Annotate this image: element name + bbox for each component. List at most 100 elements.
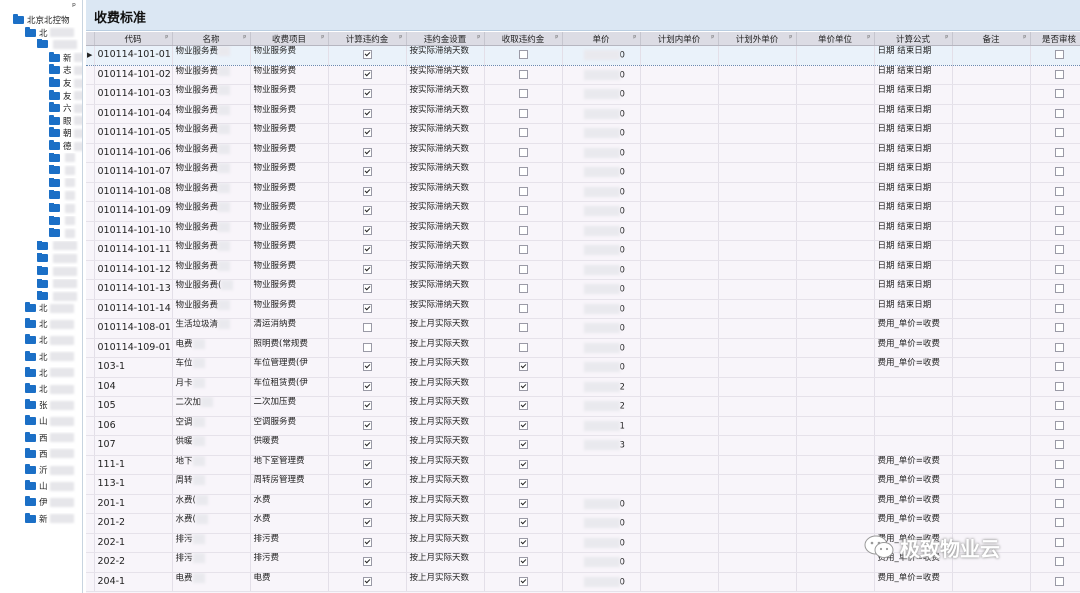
collect-penalty-cell-checkbox[interactable] — [518, 303, 528, 313]
collect-penalty-cell[interactable] — [484, 84, 563, 105]
penalty-setting-cell[interactable]: 按上月实际天数 — [406, 552, 485, 573]
code-cell[interactable]: 010114-101-02 — [94, 65, 173, 85]
audited-cell-checkbox[interactable] — [1054, 479, 1064, 489]
remark-cell[interactable] — [952, 45, 1031, 66]
code-cell[interactable]: 111-1 — [94, 455, 173, 475]
unit-price-cell[interactable]: 0 — [562, 338, 641, 358]
remark-cell[interactable] — [952, 299, 1031, 319]
name-cell[interactable]: 物业服务费 — [172, 45, 251, 66]
table-row[interactable]: 106 空调 空调服务费 按上月实际天数 1 — [86, 416, 1080, 436]
collect-penalty-cell-checkbox[interactable] — [518, 186, 528, 196]
calc-penalty-cell-checkbox[interactable] — [362, 498, 372, 508]
column-pin-icon[interactable]: ᵖ — [321, 33, 324, 42]
remark-cell[interactable] — [952, 162, 1031, 183]
column-pin-icon[interactable]: ᵖ — [555, 33, 558, 42]
pin-icon[interactable]: ᵖ — [72, 2, 76, 12]
unplanned-price-cell[interactable] — [718, 201, 797, 222]
calc-penalty-cell[interactable] — [328, 533, 407, 553]
calc-penalty-cell-checkbox[interactable] — [362, 225, 372, 235]
column-pin-icon[interactable]: ᵖ — [789, 33, 792, 42]
collect-penalty-cell[interactable] — [484, 279, 563, 300]
audited-cell-checkbox[interactable] — [1054, 518, 1064, 528]
unit-price-cell[interactable]: 0 — [562, 143, 641, 163]
audited-cell[interactable] — [1030, 279, 1080, 300]
collect-penalty-cell[interactable] — [484, 533, 563, 553]
formula-cell[interactable]: 费用_单价=收费 — [874, 357, 953, 378]
tree-node[interactable]: 山 — [0, 480, 82, 494]
unit-price-cell[interactable]: 1 — [562, 416, 641, 436]
price-unit-cell[interactable] — [796, 84, 875, 105]
calc-penalty-cell-checkbox[interactable] — [362, 323, 372, 333]
remark-cell[interactable] — [952, 455, 1031, 475]
column-header[interactable]: 计划内单价 ᵖ — [640, 32, 719, 46]
planned-price-cell[interactable] — [640, 201, 719, 222]
formula-cell[interactable]: 日期 结束日期 — [874, 201, 953, 222]
penalty-setting-cell[interactable]: 按实际滞纳天数 — [406, 123, 485, 144]
unit-price-cell[interactable]: 2 — [562, 396, 641, 417]
calc-penalty-cell-checkbox[interactable] — [362, 245, 372, 255]
remark-cell[interactable] — [952, 279, 1031, 300]
fee-item-cell[interactable]: 地下室管理费 — [250, 455, 329, 475]
table-row[interactable]: 104 月卡 车位租赁费(伊 按上月实际天数 2 — [86, 377, 1080, 397]
calc-penalty-cell-checkbox[interactable] — [362, 108, 372, 118]
code-cell[interactable]: 010114-101-01 — [94, 45, 173, 66]
unplanned-price-cell[interactable] — [718, 474, 797, 495]
table-row[interactable]: 010114-109-01 电费 照明费(常规费 按上月实际天数 0 费用_单价=收费 — [86, 338, 1080, 358]
fee-item-cell[interactable]: 排污费 — [250, 552, 329, 573]
audited-cell-checkbox[interactable] — [1054, 557, 1064, 567]
fee-item-cell[interactable]: 物业服务费 — [250, 84, 329, 105]
name-cell[interactable]: 水费( — [172, 494, 251, 514]
name-cell[interactable]: 物业服务费 — [172, 123, 251, 144]
collect-penalty-cell-checkbox[interactable] — [518, 498, 528, 508]
collect-penalty-cell[interactable] — [484, 377, 563, 397]
planned-price-cell[interactable] — [640, 123, 719, 144]
planned-price-cell[interactable] — [640, 104, 719, 124]
planned-price-cell[interactable] — [640, 416, 719, 436]
collect-penalty-cell-checkbox[interactable] — [518, 459, 528, 469]
price-unit-cell[interactable] — [796, 104, 875, 124]
fee-item-cell[interactable]: 物业服务费 — [250, 221, 329, 241]
planned-price-cell[interactable] — [640, 494, 719, 514]
price-unit-cell[interactable] — [796, 416, 875, 436]
price-unit-cell[interactable] — [796, 377, 875, 397]
price-unit-cell[interactable] — [796, 357, 875, 378]
column-header[interactable]: 违约金设置 ᵖ — [406, 32, 485, 46]
collect-penalty-cell[interactable] — [484, 162, 563, 183]
calc-penalty-cell[interactable] — [328, 396, 407, 417]
unplanned-price-cell[interactable] — [718, 221, 797, 241]
calc-penalty-cell[interactable] — [328, 143, 407, 163]
tree-node[interactable]: 沂 — [0, 464, 82, 478]
collect-penalty-cell-checkbox[interactable] — [518, 557, 528, 567]
price-unit-cell[interactable] — [796, 494, 875, 514]
collect-penalty-cell[interactable] — [484, 65, 563, 85]
audited-cell-checkbox[interactable] — [1054, 401, 1064, 411]
name-cell[interactable]: 物业服务费 — [172, 240, 251, 261]
calc-penalty-cell[interactable] — [328, 182, 407, 202]
calc-penalty-cell[interactable] — [328, 357, 407, 378]
unplanned-price-cell[interactable] — [718, 299, 797, 319]
table-row[interactable]: 010114-101-12 物业服务费 物业服务费 按实际滞纳天数 0 日期 结束日期 — [86, 260, 1080, 280]
unplanned-price-cell[interactable] — [718, 357, 797, 378]
calc-penalty-cell-checkbox[interactable] — [362, 50, 372, 60]
name-cell[interactable]: 排污 — [172, 533, 251, 553]
unplanned-price-cell[interactable] — [718, 123, 797, 144]
code-cell[interactable]: 010114-101-06 — [94, 143, 173, 163]
unplanned-price-cell[interactable] — [718, 260, 797, 280]
collect-penalty-cell-checkbox[interactable] — [518, 167, 528, 177]
column-header[interactable]: 计算违约金 ᵖ — [328, 32, 407, 46]
fee-item-cell[interactable]: 电费 — [250, 572, 329, 592]
formula-cell[interactable]: 费用_单价=收费 — [874, 318, 953, 339]
remark-cell[interactable] — [952, 123, 1031, 144]
penalty-setting-cell[interactable]: 按实际滞纳天数 — [406, 279, 485, 300]
name-cell[interactable]: 物业服务费 — [172, 182, 251, 202]
calc-penalty-cell-checkbox[interactable] — [362, 303, 372, 313]
table-row[interactable]: 010114-101-06 物业服务费 物业服务费 按实际滞纳天数 0 日期 结束日期 — [86, 143, 1080, 163]
name-cell[interactable]: 物业服务费 — [172, 260, 251, 280]
collect-penalty-cell[interactable] — [484, 143, 563, 163]
unit-price-cell[interactable]: 0 — [562, 123, 641, 144]
calc-penalty-cell[interactable] — [328, 201, 407, 222]
name-cell[interactable]: 水费( — [172, 513, 251, 534]
audited-cell[interactable] — [1030, 162, 1080, 183]
penalty-setting-cell[interactable]: 按上月实际天数 — [406, 435, 485, 456]
calc-penalty-cell-checkbox[interactable] — [362, 459, 372, 469]
